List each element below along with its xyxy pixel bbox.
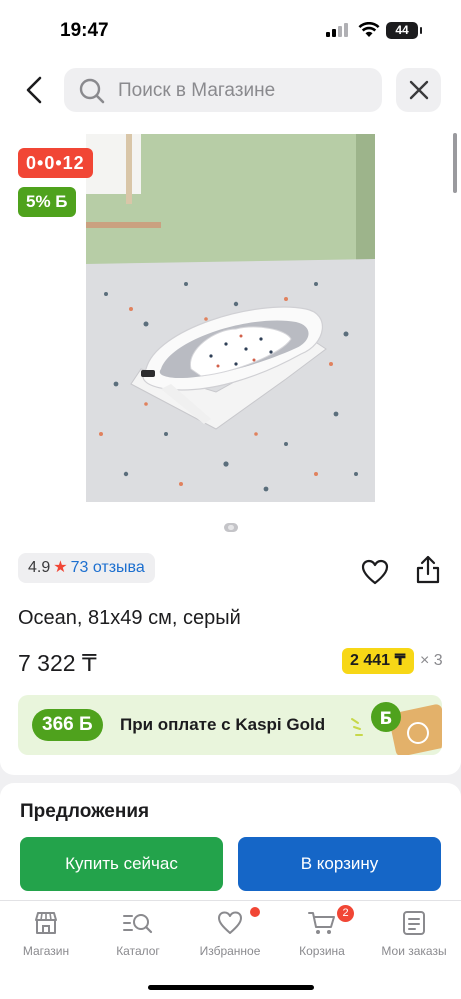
top-bar: Поиск в Магазине bbox=[0, 60, 461, 122]
search-icon bbox=[79, 78, 105, 104]
svg-text:Б: Б bbox=[380, 709, 393, 729]
tab-cart[interactable]: Корзина bbox=[276, 909, 368, 965]
store-icon bbox=[35, 912, 57, 934]
cart-count-badge: 2 bbox=[337, 905, 354, 922]
tab-label: Избранное bbox=[199, 944, 261, 958]
tab-orders[interactable]: Мои заказы bbox=[368, 909, 460, 965]
buy-now-button[interactable]: Купить сейчас bbox=[20, 837, 223, 891]
product-info: 4.9 ★ 73 отзыва Ocean, 81x49 см, серый 7 3… bbox=[0, 540, 461, 775]
tab-label: Магазин bbox=[22, 944, 70, 958]
reviews-link[interactable]: 73 отзыва bbox=[71, 559, 145, 576]
kaspi-gold-bonus: 366 Б bbox=[32, 709, 103, 741]
catalog-search-icon bbox=[123, 914, 153, 934]
share-icon[interactable] bbox=[414, 554, 442, 586]
offers-title: Предложения bbox=[20, 801, 150, 822]
orders-icon bbox=[403, 911, 425, 935]
kaspi-gold-text: При оплате с Kaspi Gold bbox=[120, 715, 326, 734]
favorites-notification-dot bbox=[250, 907, 260, 917]
rating-chip[interactable]: 4.9 ★ 73 отзыва bbox=[18, 553, 155, 583]
rating-score: 4.9 bbox=[28, 559, 51, 576]
product-gallery[interactable] bbox=[0, 122, 461, 540]
tab-label: Корзина bbox=[299, 944, 345, 958]
back-button[interactable] bbox=[20, 72, 50, 108]
battery-icon: 44 bbox=[386, 22, 422, 39]
chevron-left-icon bbox=[26, 76, 42, 104]
product-price: 7 322 ₸ bbox=[18, 650, 97, 676]
installment-badge: 0•0•12 bbox=[18, 148, 93, 178]
close-icon bbox=[409, 80, 429, 100]
tab-label: Каталог bbox=[116, 944, 160, 958]
search-input[interactable]: Поиск в Магазине bbox=[64, 68, 382, 112]
cart-icon bbox=[308, 912, 335, 934]
bonus-percent-badge: 5% Б bbox=[18, 187, 76, 217]
offers-section: Предложения Купить сейчас В корзину bbox=[0, 783, 461, 903]
tab-favorites[interactable]: Избранное bbox=[184, 909, 276, 965]
wifi-icon bbox=[358, 22, 380, 37]
tab-label: Мои заказы bbox=[381, 944, 447, 958]
search-placeholder: Поиск в Магазине bbox=[118, 80, 276, 101]
home-indicator bbox=[148, 985, 314, 990]
tab-catalog[interactable]: Каталог bbox=[92, 909, 184, 965]
heart-icon bbox=[218, 911, 242, 934]
scrollbar bbox=[453, 133, 457, 193]
favorite-heart-icon[interactable] bbox=[360, 558, 390, 586]
product-image[interactable] bbox=[86, 134, 375, 502]
installment-multiplier: × 3 bbox=[420, 652, 443, 669]
add-to-cart-button[interactable]: В корзину bbox=[238, 837, 441, 891]
status-bar: 19:47 44 bbox=[0, 0, 461, 60]
star-icon: ★ bbox=[53, 559, 68, 576]
gallery-page-indicator bbox=[224, 523, 238, 532]
kaspi-gold-banner[interactable]: 366 Б При оплате с Kaspi Gold Б bbox=[18, 695, 442, 755]
kaspi-gold-card-icon: Б bbox=[351, 702, 442, 755]
product-title: Ocean, 81x49 см, серый bbox=[18, 607, 241, 629]
installment-price: 2 441 ₸ bbox=[342, 648, 414, 674]
close-button[interactable] bbox=[396, 68, 441, 112]
tab-store[interactable]: Магазин bbox=[0, 909, 92, 965]
cellular-signal-icon bbox=[326, 23, 350, 37]
status-time: 19:47 bbox=[60, 20, 109, 41]
